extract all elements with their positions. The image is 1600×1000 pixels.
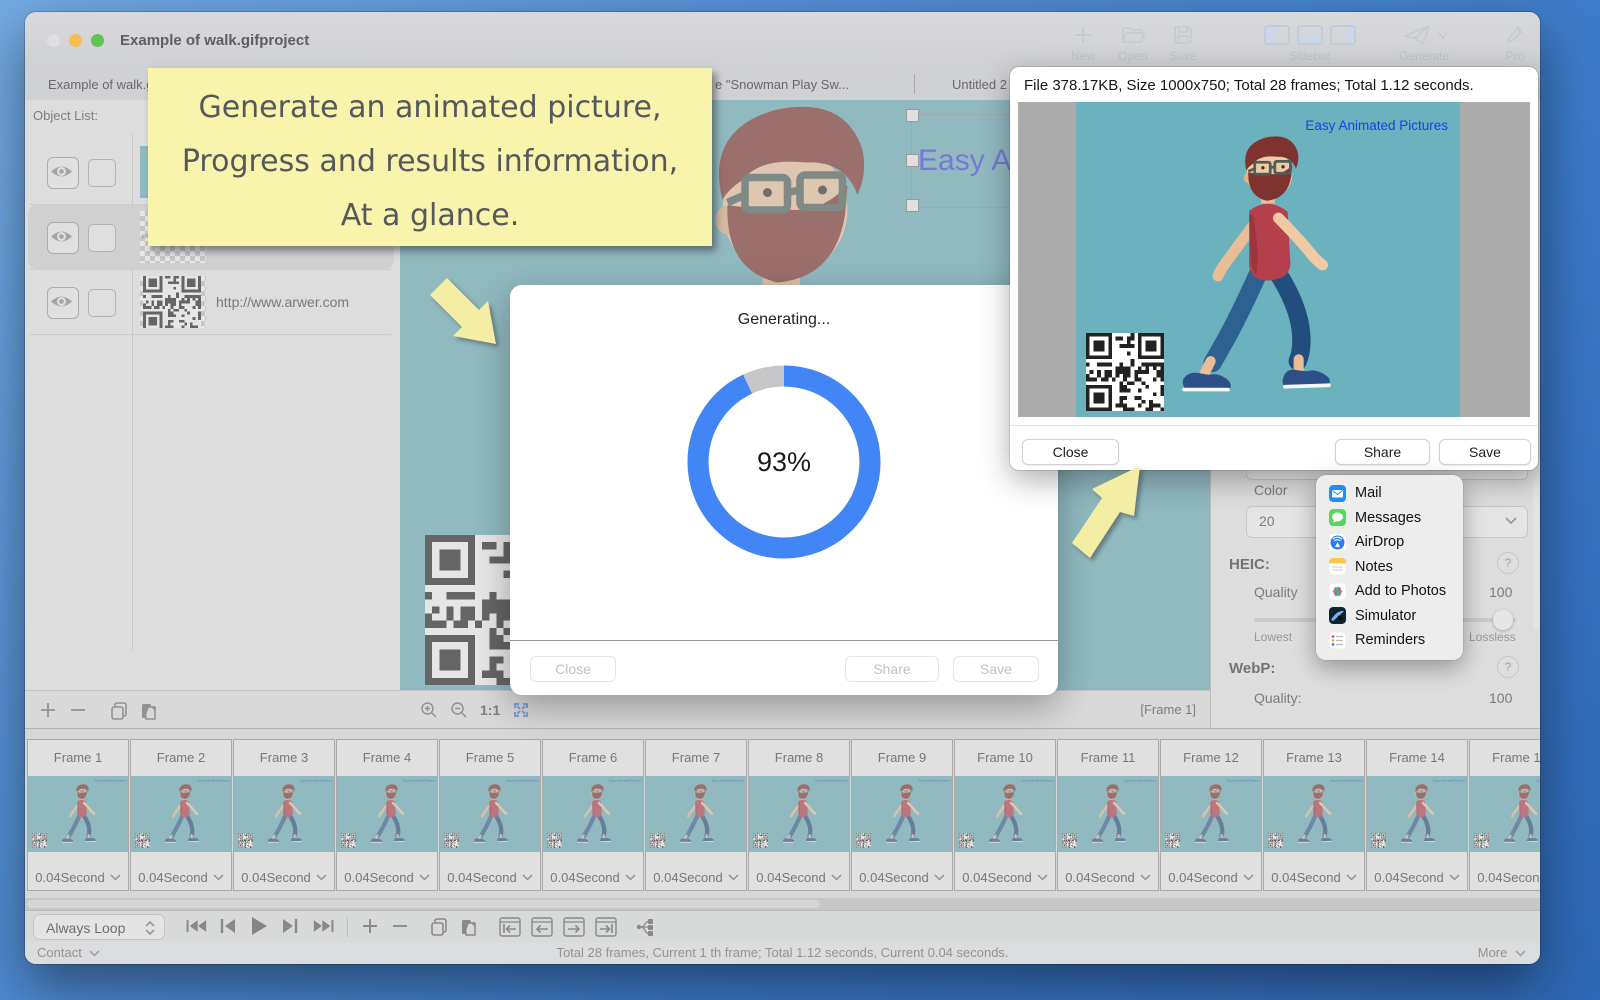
toolbar-sidebar-group[interactable]: Sidebar [1262, 24, 1358, 63]
app-window: Example of walk.gifproject New Open Save… [25, 12, 1540, 964]
toolbar-save-button[interactable]: Save [1159, 24, 1207, 63]
result-info-text: File 378.17KB, Size 1000x750; Total 28 f… [1024, 77, 1474, 94]
panels-icon [1262, 24, 1358, 46]
plus-icon [1072, 24, 1094, 46]
tab-snowman[interactable]: e "Snowman Play Sw... [715, 77, 849, 92]
progress-percent: 93% [684, 447, 884, 478]
dialog-save-button[interactable]: Save [953, 656, 1039, 682]
simulator-icon [1329, 607, 1346, 624]
close-window-button[interactable] [47, 34, 60, 47]
share-menu: Mail Messages AirDrop Notes Add to Photo… [1316, 475, 1463, 660]
qr-code [1086, 333, 1164, 411]
generating-dialog: Generating... 93% Close Share Save [510, 285, 1058, 695]
messages-icon [1329, 509, 1346, 526]
tab-example-walk[interactable]: Example of walk.g [48, 77, 154, 92]
notes-icon [1329, 558, 1346, 575]
share-menu-item[interactable]: Reminders [1316, 628, 1463, 653]
folder-icon [1121, 24, 1145, 46]
tab-untitled-2[interactable]: Untitled 2 [952, 77, 1007, 92]
paper-plane-icon [1401, 24, 1447, 46]
dialog-title: Generating... [510, 311, 1058, 329]
share-menu-item[interactable]: Add to Photos [1316, 579, 1463, 604]
toolbar-open-button[interactable]: Open [1109, 24, 1157, 63]
share-menu-item[interactable]: Notes [1316, 555, 1463, 580]
tab-divider [914, 74, 915, 94]
results-share-button[interactable]: Share [1335, 439, 1430, 465]
result-image: Easy Animated Pictures [1076, 102, 1460, 417]
photos-icon [1329, 583, 1346, 600]
share-menu-item[interactable]: Simulator [1316, 604, 1463, 629]
mail-icon [1329, 485, 1346, 502]
results-close-button[interactable]: Close [1022, 439, 1119, 465]
reminders-icon [1329, 632, 1346, 649]
dialog-divider [510, 640, 1058, 641]
results-footer: Close Share Save [1010, 425, 1538, 471]
walking-man-artwork [1174, 126, 1339, 402]
share-menu-item[interactable]: Mail [1316, 481, 1463, 506]
share-menu-item[interactable]: AirDrop [1316, 530, 1463, 555]
chevron-down-icon [1439, 33, 1447, 38]
result-preview: Easy Animated Pictures [1018, 102, 1530, 417]
zoom-window-button[interactable] [91, 34, 104, 47]
toolbar-new-button[interactable]: New [1059, 24, 1107, 63]
floppy-icon [1172, 24, 1194, 46]
results-panel: File 378.17KB, Size 1000x750; Total 28 f… [1010, 67, 1538, 470]
pencil-icon [1505, 24, 1525, 46]
airdrop-icon [1329, 534, 1346, 551]
share-menu-item[interactable]: Messages [1316, 506, 1463, 531]
dialog-close-button[interactable]: Close [530, 656, 616, 682]
title-bar: Example of walk.gifproject New Open Save… [25, 12, 1540, 69]
results-save-button[interactable]: Save [1439, 439, 1531, 465]
toolbar-pro-button[interactable]: Pro [1491, 24, 1539, 63]
dialog-share-button[interactable]: Share [845, 656, 939, 682]
minimize-window-button[interactable] [69, 34, 82, 47]
window-title: Example of walk.gifproject [120, 32, 309, 49]
watermark-text: Easy Animated Pictures [1305, 118, 1448, 133]
toolbar-generate-button[interactable]: Generate [1385, 24, 1463, 63]
callout-note: Generate an animated picture, Progress a… [148, 68, 712, 246]
